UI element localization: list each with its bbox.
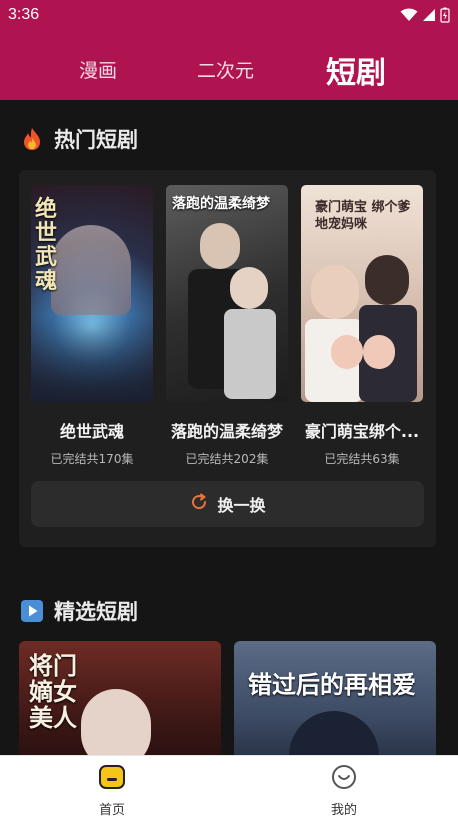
status-bar: 3:36 [0,0,458,30]
tab-short-drama[interactable]: 短剧 [326,48,386,92]
nav-home[interactable]: 首页 [72,764,152,818]
episode-count: 已完结共202集 [185,452,269,466]
fire-icon [20,127,44,151]
poster-title: 豪门萌宝 绑个爹地宠妈咪 [315,200,411,232]
drama-poster[interactable]: 豪门萌宝 绑个爹地宠妈咪 [301,185,423,402]
hot-dramas-card: 绝世武魂 绝世武魂 已完结共170集 落跑的温柔绮梦 落跑的温柔绮梦 已完结共2… [19,170,436,547]
episode-count: 已完结共63集 [324,452,400,466]
play-icon [20,599,44,623]
nav-mine-label: 我的 [330,803,357,818]
episode-count: 已完结共170集 [50,452,134,466]
featured-section-header: 精选短剧 [20,596,138,626]
refresh-icon [189,492,209,516]
wifi-icon [400,8,418,21]
poster-title: 错过后的再相爱 [248,670,416,699]
drama-item[interactable]: 绝世武魂 绝世武魂 已完结共170集 [31,185,153,467]
status-time: 3:36 [8,6,40,23]
featured-drama-card[interactable]: 错过后的再相爱 [234,641,436,755]
battery-icon [440,7,450,23]
featured-section-title: 精选短剧 [54,600,138,624]
main-content[interactable]: 热门短剧 绝世武魂 绝世武魂 已完结共170集 落跑的温柔绮梦 落跑的温柔绮梦 … [0,100,458,755]
featured-drama-card[interactable]: 将门嫡女美人 [19,641,221,755]
drama-poster[interactable]: 落跑的温柔绮梦 [166,185,288,402]
hot-section-title: 热门短剧 [54,128,138,152]
featured-poster-figure [81,689,151,755]
tab-manga[interactable]: 漫画 [79,56,117,83]
bottom-nav: 首页 我的 [0,755,458,820]
home-tv-icon [98,764,126,794]
smile-icon [330,764,358,794]
top-tab-bar: 漫画 二次元 短剧 [0,30,458,100]
shuffle-button[interactable]: 换一换 [31,481,424,527]
drama-name: 豪门萌宝绑个... [304,422,420,441]
tab-anime[interactable]: 二次元 [197,56,254,83]
drama-item[interactable]: 豪门萌宝 绑个爹地宠妈咪 豪门萌宝绑个... 已完结共63集 [301,185,423,467]
drama-poster[interactable]: 绝世武魂 [31,185,153,402]
nav-home-label: 首页 [98,803,125,818]
status-icons [400,7,450,23]
drama-name: 落跑的温柔绮梦 [170,422,283,441]
shuffle-label: 换一换 [217,496,266,515]
drama-item[interactable]: 落跑的温柔绮梦 落跑的温柔绮梦 已完结共202集 [166,185,288,467]
drama-name: 绝世武魂 [59,422,124,441]
poster-title: 绝世武魂 [35,196,58,294]
poster-title: 落跑的温柔绮梦 [172,196,270,212]
hot-section-header: 热门短剧 [20,124,138,154]
signal-icon [423,9,435,21]
nav-mine[interactable]: 我的 [304,764,384,818]
poster-title: 将门嫡女美人 [29,651,77,732]
